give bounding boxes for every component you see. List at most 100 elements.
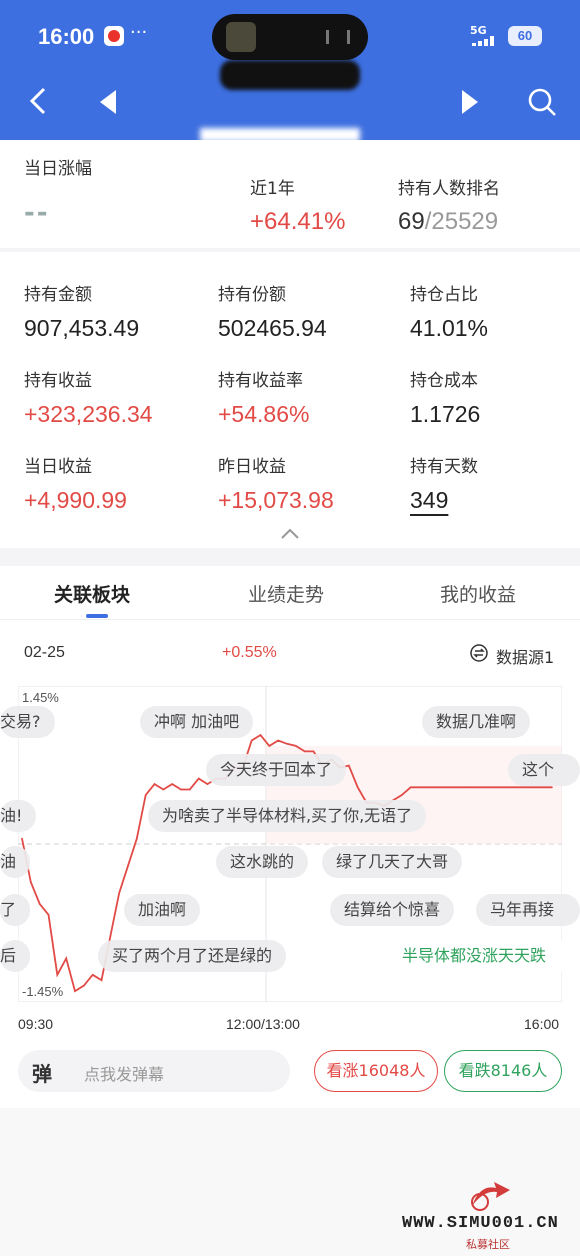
danmaku-input[interactable]: 弹 点我发弹幕 [18, 1050, 290, 1092]
bullish-vote-button[interactable]: 看涨16048人 [314, 1050, 438, 1092]
data-source-button[interactable]: 数据源1 [496, 644, 554, 668]
price-point [144, 794, 147, 796]
price-point [153, 783, 156, 785]
danmaku-bubble: 半导体都没涨天天跌 [388, 940, 580, 972]
position-ratio-value: 41.01% [410, 315, 489, 341]
daily-profit-value: +4,990.99 [24, 487, 127, 513]
price-point [65, 957, 67, 960]
holding-profit-rate-label: 持有收益率 [218, 371, 303, 391]
price-point [542, 786, 544, 789]
price-point [471, 786, 474, 789]
price-point [356, 786, 359, 789]
price-point [171, 783, 173, 785]
top-bar: 16:00 ··· 5G 60 [0, 0, 580, 140]
year-return-value: +64.41% [250, 208, 346, 235]
holding-profit: 持有收益 +323,236.34 [24, 366, 153, 428]
watermark-site: WWW.SIMU001.CN [402, 1214, 559, 1233]
battery-level: 60 [508, 26, 542, 46]
yesterday-profit-label: 昨日收益 [218, 457, 286, 477]
previous-fund-icon[interactable] [96, 88, 120, 116]
app-notification-icon [104, 26, 124, 46]
holding-profit-value: +323,236.34 [24, 401, 153, 427]
price-point [30, 881, 32, 883]
chart-change: +0.55% [222, 644, 277, 661]
price-point [47, 914, 50, 916]
price-point [268, 745, 271, 747]
danmaku-bubble: 绿了几天了大哥 [322, 846, 463, 878]
danmaku-bubble: 结算给个惊喜 [330, 894, 455, 926]
position-cost-label: 持仓成本 [410, 371, 478, 391]
holding-days-value[interactable]: 349 [410, 487, 478, 514]
x-tick-mid: 12:00/13:00 [226, 1016, 300, 1032]
danmaku-bubble: 加油啊 [124, 894, 201, 926]
tab-my-profit[interactable]: 我的收益 [440, 580, 516, 607]
chart-panel: 02-25 +0.55% 数据源1 1.45% -1.45% 09:30 12:… [0, 620, 580, 1108]
price-point [83, 984, 85, 987]
search-icon[interactable] [526, 86, 558, 118]
holder-rank-label: 持有人数排名 [398, 179, 500, 199]
price-point [277, 739, 280, 742]
yesterday-profit: 昨日收益 +15,073.98 [218, 452, 334, 514]
price-point [436, 786, 439, 789]
chart-date: 02-25 [24, 644, 65, 661]
daily-change-value: -- [24, 198, 50, 228]
dynamic-island [212, 14, 368, 60]
price-point [38, 903, 41, 905]
price-point [286, 743, 288, 745]
holding-days-label: 持有天数 [410, 457, 478, 477]
year-return-label: 近1年 [250, 179, 295, 199]
tab-performance[interactable]: 业绩走势 [248, 580, 324, 607]
holding-shares-label: 持有份额 [218, 285, 286, 305]
next-fund-icon[interactable] [458, 88, 482, 116]
price-point [303, 750, 306, 753]
danmaku-bubble: 了 [0, 894, 31, 926]
price-point [91, 974, 94, 976]
price-point [136, 837, 138, 840]
back-icon[interactable] [26, 86, 54, 116]
bearish-vote-button[interactable]: 看跌8146人 [444, 1050, 562, 1092]
danmaku-bubble: 数据几准啊 [422, 706, 531, 738]
danmaku-bubble: 交易? [0, 706, 55, 738]
danmaku-badge: 弹 [32, 1062, 52, 1086]
x-tick-close: 16:00 [524, 1016, 560, 1032]
holding-profit-rate: 持有收益率 +54.86% [218, 366, 309, 428]
price-point [524, 786, 527, 789]
position-ratio-label: 持仓占比 [410, 285, 478, 305]
price-point [100, 979, 103, 981]
holding-amount-label: 持有金额 [24, 285, 92, 305]
price-point [348, 764, 350, 767]
y-tick-min: -1.45% [22, 984, 64, 999]
holding-profit-rate-value: +54.86% [218, 401, 310, 427]
price-point [295, 745, 297, 747]
holding-shares: 持有份额 502465.94 [218, 280, 327, 342]
price-point [189, 788, 191, 791]
price-point [74, 990, 76, 992]
redacted-title [220, 60, 360, 90]
switch-source-icon[interactable] [470, 644, 488, 662]
position-cost: 持仓成本 1.1726 [410, 366, 480, 428]
price-point [409, 786, 412, 789]
price-point [250, 739, 253, 742]
holdings-grid: 持有金额 907,453.49 持有份额 502465.94 持仓占比 41.0… [0, 252, 580, 548]
holder-rank-value: 69 [398, 208, 425, 235]
position-ratio: 持仓占比 41.01% [410, 280, 488, 342]
danmaku-bubble: 这个 [508, 754, 580, 786]
price-point [162, 788, 165, 791]
collapse-chevron-icon[interactable] [280, 528, 300, 540]
price-point [109, 935, 112, 938]
position-cost-value: 1.1726 [410, 401, 481, 427]
price-point [259, 734, 262, 736]
danmaku-bubble: 这水跳的 [216, 846, 309, 878]
price-point [401, 794, 403, 796]
holder-rank-total: /25529 [424, 208, 499, 235]
holding-days[interactable]: 持有天数 349 [410, 452, 478, 514]
price-point [56, 974, 59, 976]
danmaku-bubble: 冲啊 加油吧 [140, 706, 254, 738]
danmaku-bubble: 买了两个月了还是绿的 [98, 940, 287, 972]
status-time: 16:00 [38, 24, 95, 49]
daily-profit-label: 当日收益 [24, 457, 92, 477]
price-point [498, 786, 500, 789]
price-point [118, 892, 120, 894]
tab-related-sectors[interactable]: 关联板块 [54, 580, 130, 607]
price-point [515, 786, 518, 789]
